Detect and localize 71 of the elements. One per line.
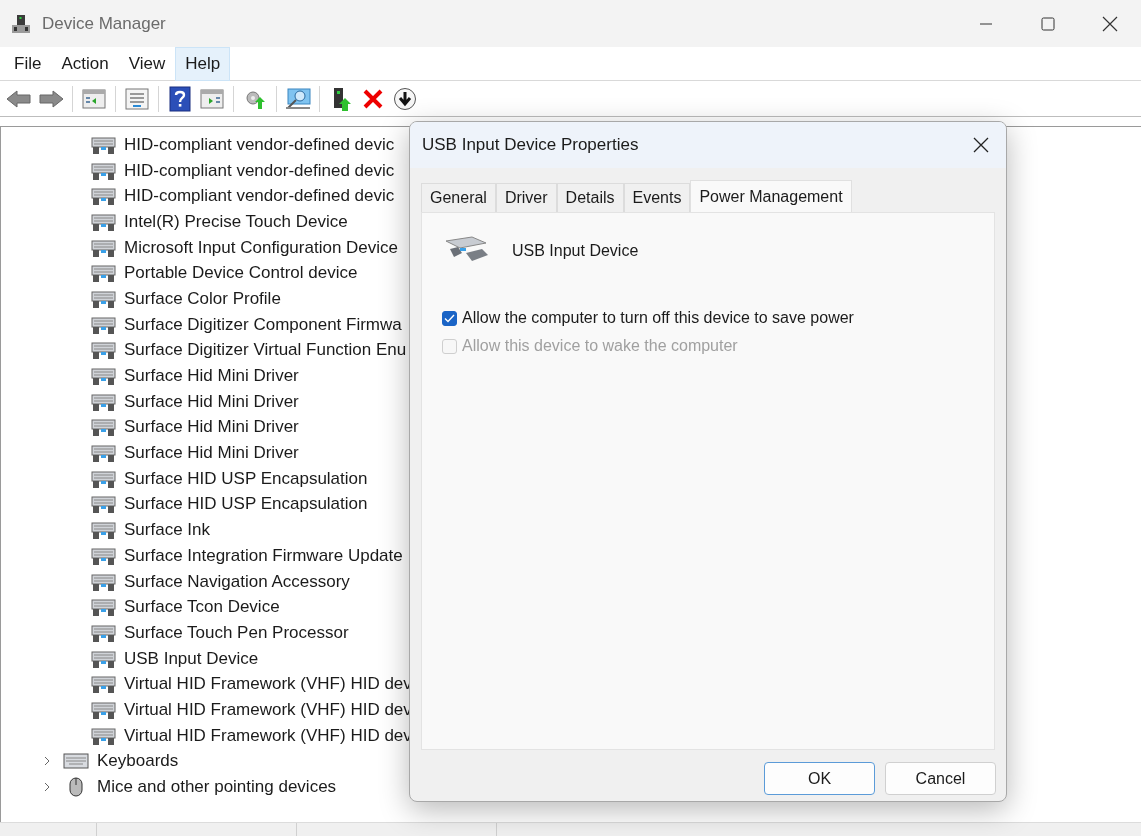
tree-item[interactable]: HID-compliant vendor-defined devic: [124, 160, 395, 181]
window-title: Device Manager: [42, 12, 166, 35]
menu-item[interactable]: Action: [51, 46, 119, 81]
input-device-icon: [91, 288, 116, 309]
tree-item[interactable]: Keyboards: [97, 751, 179, 772]
tab[interactable]: Details: [556, 183, 624, 212]
ok-button[interactable]: OK: [764, 762, 875, 795]
checkbox-label: Allow this device to wake the computer: [462, 336, 738, 356]
input-device-icon: [91, 160, 116, 181]
input-device-icon: [91, 186, 116, 207]
menu-item[interactable]: Help: [175, 46, 231, 81]
tree-item[interactable]: Microsoft Input Configuration Device: [124, 237, 399, 258]
tree-item[interactable]: Surface HID USP Encapsulation: [124, 494, 368, 515]
input-device-icon: [91, 211, 116, 232]
input-device-icon: [91, 314, 116, 335]
tree-item[interactable]: Portable Device Control device: [124, 263, 358, 284]
tree-item[interactable]: Mice and other pointing devices: [97, 777, 337, 798]
input-device-icon: [91, 648, 116, 669]
input-device-icon: [91, 417, 116, 438]
input-device-icon: [91, 622, 116, 643]
minimize-icon[interactable]: [979, 22, 993, 25]
input-device-icon: [91, 237, 116, 258]
input-device-icon: [91, 468, 116, 489]
tree-item[interactable]: HID-compliant vendor-defined devic: [124, 134, 395, 155]
input-device-icon: [91, 571, 116, 592]
checkbox-label: Allow the computer to turn off this device to save power: [462, 308, 854, 328]
cancel-button[interactable]: Cancel: [885, 762, 996, 795]
input-device-icon: [91, 366, 116, 387]
tree-item[interactable]: Surface Hid Mini Driver: [124, 443, 299, 464]
dialog-title: USB Input Device Properties: [422, 134, 639, 157]
tree-item[interactable]: HID-compliant vendor-defined devic: [124, 186, 395, 207]
input-device-icon: [91, 443, 116, 464]
tree-item[interactable]: Surface Color Profile: [124, 288, 281, 309]
close-icon[interactable]: [973, 137, 989, 153]
tab[interactable]: General: [421, 183, 496, 212]
tab[interactable]: Driver: [495, 183, 557, 212]
input-device-icon: [91, 263, 116, 284]
input-device-icon: [91, 134, 116, 155]
tree-item[interactable]: Surface Integration Firmware Update: [124, 545, 403, 566]
close-icon[interactable]: [1102, 15, 1118, 32]
tree-item[interactable]: USB Input Device: [124, 648, 259, 669]
input-device-icon: [91, 520, 116, 541]
input-device-icon: [91, 494, 116, 515]
device-name: USB Input Device: [512, 241, 639, 261]
tree-item[interactable]: Intel(R) Precise Touch Device: [124, 211, 348, 232]
maximize-icon[interactable]: [1041, 16, 1055, 31]
tab[interactable]: Power Management: [690, 180, 852, 213]
tree-item[interactable]: Surface Touch Pen Processor: [124, 622, 349, 643]
tree-item[interactable]: Surface Digitizer Virtual Function Enu: [124, 340, 407, 361]
tree-item[interactable]: Surface Hid Mini Driver: [124, 366, 299, 387]
input-device-icon: [91, 725, 116, 746]
help-icon[interactable]: [169, 85, 191, 112]
tree-item[interactable]: Surface Ink: [124, 520, 210, 541]
input-device-icon: [91, 391, 116, 412]
menu-item[interactable]: File: [4, 46, 52, 81]
tree-item[interactable]: Surface Tcon Device: [124, 597, 280, 618]
menu-item[interactable]: View: [118, 46, 176, 81]
tree-item[interactable]: Surface Hid Mini Driver: [124, 417, 299, 438]
input-device-icon: [91, 597, 116, 618]
tree-item[interactable]: Surface Navigation Accessory: [124, 571, 350, 592]
input-device-icon: [91, 699, 116, 720]
keyboard-icon: [63, 753, 89, 770]
tab[interactable]: Events: [623, 183, 691, 212]
input-device-icon: [91, 545, 116, 566]
input-device-icon: [91, 340, 116, 361]
tree-item[interactable]: Surface HID USP Encapsulation: [124, 468, 368, 489]
input-device-icon: [91, 674, 116, 695]
device-manager-icon: [10, 12, 32, 35]
tree-item[interactable]: Surface Hid Mini Driver: [124, 391, 299, 412]
checkbox[interactable]: [442, 310, 457, 326]
tree-item[interactable]: Surface Digitizer Component Firmwa: [124, 314, 402, 335]
